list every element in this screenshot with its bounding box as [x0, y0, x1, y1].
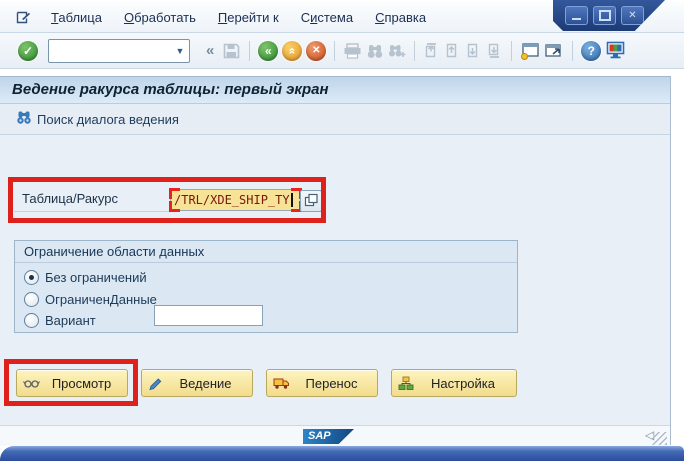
minimize-icon: [572, 18, 581, 20]
exit-icon: «: [285, 47, 300, 54]
radio-label: Вариант: [45, 312, 96, 328]
help-icon: ?: [587, 43, 596, 58]
collapse-icon[interactable]: «: [206, 42, 214, 59]
help-button[interactable]: ?: [581, 40, 602, 61]
customizing-button-label: Настройка: [431, 375, 495, 391]
radio-label: ОграниченДанные: [45, 291, 157, 307]
radio-icon: [24, 291, 39, 307]
pencil-icon: [148, 376, 163, 391]
sap-logo-text: SAP: [308, 430, 331, 442]
chevron-down-icon[interactable]: ▼: [171, 41, 189, 61]
menu-system[interactable]: Система: [297, 8, 357, 27]
maximize-icon: [599, 10, 611, 21]
maximize-button[interactable]: [593, 6, 616, 25]
window-frame-bottom: [0, 446, 684, 461]
maintain-button[interactable]: Ведение: [141, 369, 253, 397]
radio-variant[interactable]: Вариант: [15, 312, 96, 328]
enter-button[interactable]: ✓: [18, 40, 38, 61]
screen-title-text: Ведение ракурса таблицы: первый экран: [12, 81, 329, 98]
screen-area: Ведение ракурса таблицы: первый экран По…: [0, 76, 671, 446]
variant-input[interactable]: [154, 305, 263, 326]
cancel-icon: ✕: [312, 44, 321, 56]
check-icon: ✓: [22, 43, 34, 58]
customizing-button[interactable]: Настройка: [391, 369, 517, 397]
menu-help[interactable]: Справка: [371, 8, 430, 27]
create-shortcut-icon[interactable]: [544, 42, 564, 60]
separator: [414, 40, 416, 61]
truck-icon: [273, 376, 290, 390]
last-page-icon[interactable]: [486, 42, 503, 59]
separator: [334, 40, 336, 61]
menu-table[interactable]: Таблица: [47, 8, 106, 27]
first-page-icon[interactable]: [423, 42, 440, 59]
radio-label: Без ограничений: [45, 269, 147, 285]
transport-button[interactable]: Перенос: [266, 369, 378, 397]
close-button[interactable]: ✕: [621, 6, 644, 25]
system-menu-icon[interactable]: [16, 11, 31, 24]
new-session-icon[interactable]: [520, 42, 540, 60]
previous-page-icon[interactable]: [444, 42, 461, 59]
separator: [572, 40, 574, 61]
radio-restricted-data[interactable]: ОграниченДанные: [15, 291, 157, 307]
menu-edit[interactable]: Обработать: [120, 8, 200, 27]
print-icon[interactable]: [343, 42, 362, 59]
find-icon[interactable]: [366, 43, 384, 59]
sap-logo: SAP: [303, 429, 354, 444]
command-input[interactable]: [49, 40, 171, 61]
command-field-combo: ▼: [48, 38, 190, 63]
screen-title: Ведение ракурса таблицы: первый экран: [0, 76, 670, 104]
find-maintenance-dialog-button[interactable]: Поиск диалога ведения: [16, 110, 179, 128]
resize-grip-icon[interactable]: [652, 432, 667, 445]
next-page-icon[interactable]: [465, 42, 482, 59]
status-bar: SAP ◁: [0, 425, 670, 446]
menu-goto[interactable]: Перейти к: [214, 8, 283, 27]
close-icon: ✕: [628, 10, 637, 21]
annotation-box-display-button: [4, 359, 138, 406]
standard-toolbar: ✓ ▼ « « « ✕ ?: [0, 33, 684, 69]
exit-button[interactable]: «: [282, 40, 303, 61]
binoculars-icon: [16, 110, 32, 128]
cancel-button[interactable]: ✕: [306, 40, 327, 61]
customize-layout-icon[interactable]: [605, 41, 626, 60]
radio-no-restriction[interactable]: Без ограничений: [15, 269, 147, 285]
application-toolbar: Поиск диалога ведения: [0, 104, 670, 135]
radio-icon: [24, 269, 39, 285]
back-icon: «: [265, 43, 272, 58]
find-next-icon[interactable]: [388, 43, 406, 59]
save-icon[interactable]: [222, 42, 241, 60]
hierarchy-icon: [398, 376, 414, 391]
annotation-box-field: [8, 177, 326, 223]
back-button[interactable]: «: [258, 40, 279, 61]
groupbox-title: Ограничение области данных: [15, 241, 517, 263]
find-maintenance-dialog-label: Поиск диалога ведения: [37, 111, 179, 127]
data-scope-groupbox: Ограничение области данных Без ограничен…: [14, 240, 518, 333]
separator: [511, 40, 513, 61]
radio-icon: [24, 312, 39, 328]
sap-gui-window: Таблица Обработать Перейти к Система Спр…: [0, 0, 684, 461]
maintain-button-label: Ведение: [179, 375, 232, 391]
transport-button-label: Перенос: [305, 375, 358, 391]
minimize-button[interactable]: [565, 6, 588, 25]
separator: [249, 40, 251, 61]
